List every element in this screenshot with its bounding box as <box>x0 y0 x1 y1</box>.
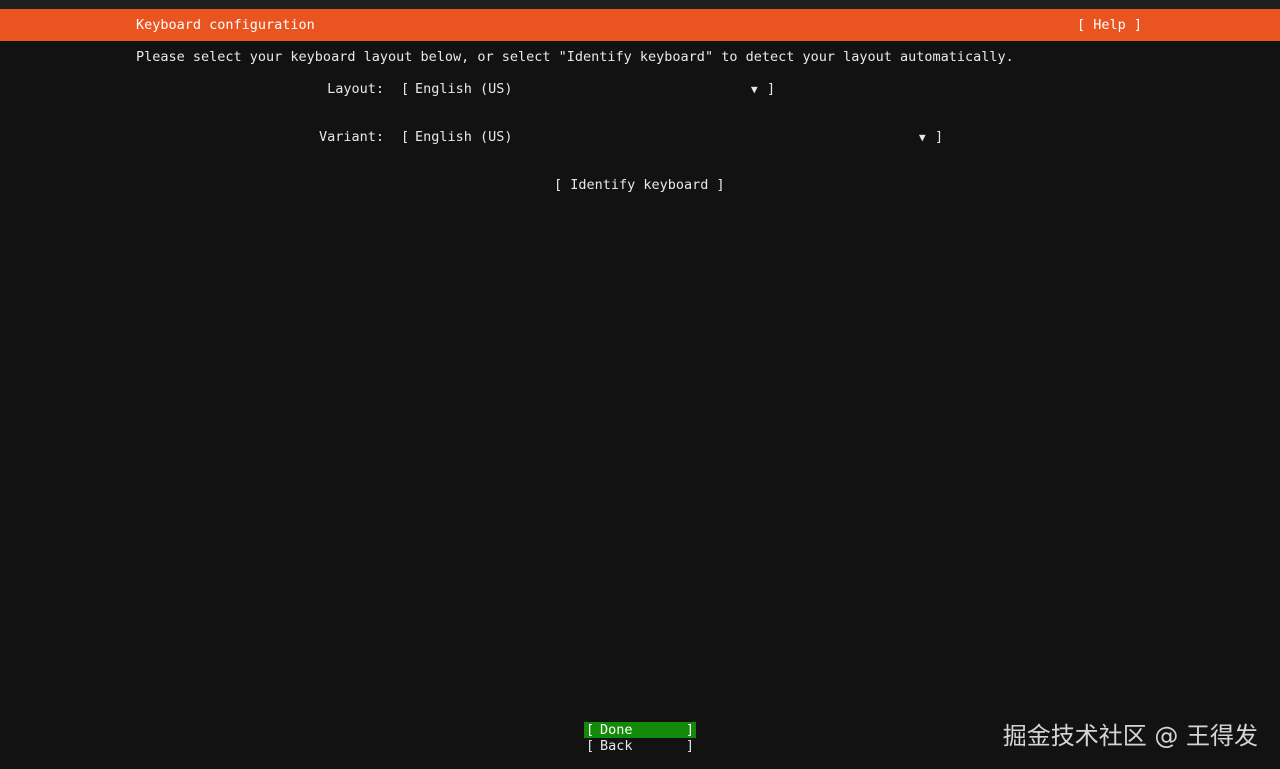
identify-keyboard-button[interactable]: [ Identify keyboard ] <box>554 177 725 193</box>
layout-select[interactable]: [ English (US) ▼ ] <box>401 81 775 99</box>
back-button-label: Back <box>600 738 633 754</box>
layout-select-open-bracket: [ <box>401 81 410 97</box>
done-button-label: Done <box>600 722 633 738</box>
page-title: Keyboard configuration <box>136 17 315 33</box>
variant-label: Variant: <box>318 129 384 145</box>
dropdown-arrow-icon: ▼ <box>751 83 758 96</box>
done-button[interactable]: [ Done ] <box>584 722 696 738</box>
back-button-close-bracket: ] <box>685 738 694 754</box>
done-button-close-bracket: ] <box>685 722 694 738</box>
variant-select-close-bracket: ] <box>935 129 944 145</box>
variant-select-open-bracket: [ <box>401 129 410 145</box>
variant-select-value: English (US) <box>415 129 513 145</box>
layout-select-value: English (US) <box>415 81 513 97</box>
done-button-open-bracket: [ <box>586 722 595 738</box>
watermark: 掘金技术社区 @ 王得发 <box>1002 722 1258 750</box>
layout-select-close-bracket: ] <box>767 81 776 97</box>
help-button[interactable]: [ Help ] <box>1077 17 1142 33</box>
back-button-open-bracket: [ <box>586 738 595 754</box>
window-top-strip <box>0 0 1280 9</box>
back-button[interactable]: [ Back ] <box>584 738 696 754</box>
variant-select[interactable]: [ English (US) ▼ ] <box>401 129 943 147</box>
dropdown-arrow-icon: ▼ <box>919 131 926 144</box>
layout-label: Layout: <box>327 81 384 97</box>
intro-text: Please select your keyboard layout below… <box>136 49 1014 65</box>
